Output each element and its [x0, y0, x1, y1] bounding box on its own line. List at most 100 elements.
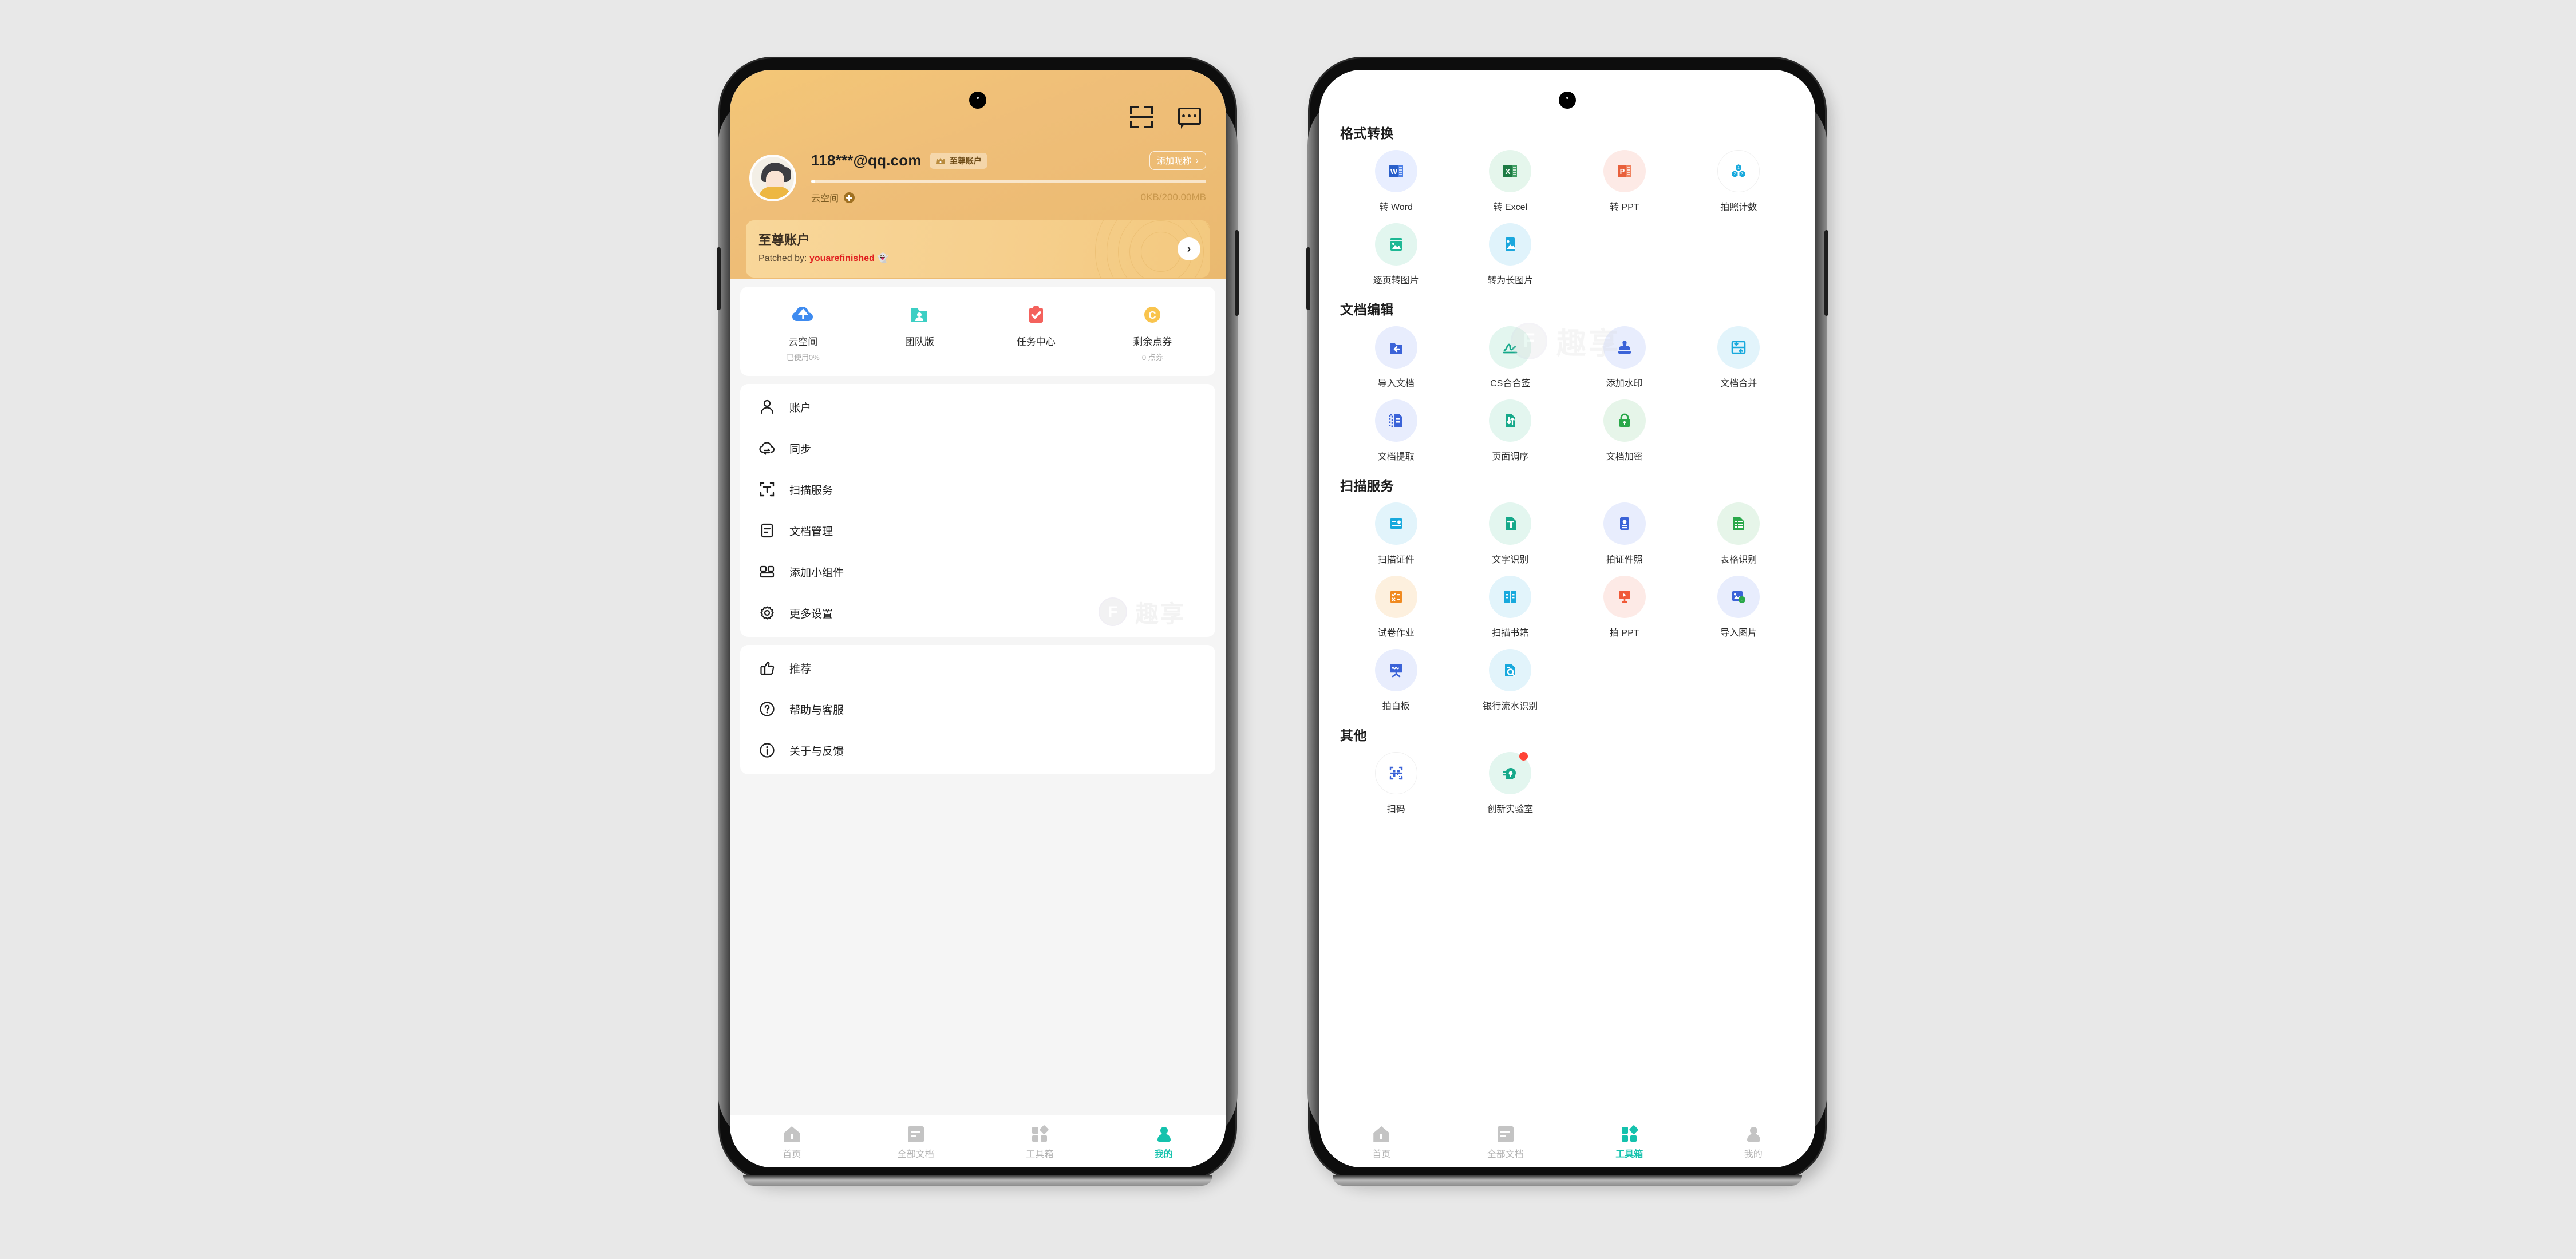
tab-label: 首页 [783, 1150, 801, 1159]
lab-head-icon [1489, 752, 1532, 794]
tool-scan-id[interactable]: 扫描证件 [1339, 502, 1453, 565]
settings-menu-list: 账户 同步 扫描服务 文档管理 添加小组件 更多设置 F 趣享 [740, 384, 1215, 637]
tool-scan-book[interactable]: 扫描书籍 [1453, 576, 1568, 639]
tool-label: 添加水印 [1606, 379, 1643, 389]
tool-label: 拍白板 [1382, 702, 1410, 711]
scan-book-icon [1489, 576, 1532, 618]
tool-add-watermark[interactable]: 添加水印 [1567, 326, 1682, 389]
tool-reorder-pages[interactable]: 页面调序 [1453, 399, 1568, 462]
tool-qr-scan[interactable]: 扫码 [1339, 752, 1453, 815]
vip-promo-card[interactable]: 至尊账户 Patched by: youarefinished 👻 › [746, 220, 1210, 278]
tool-bank-statement[interactable]: 银行流水识别 [1453, 649, 1568, 712]
menu-item-scan-service[interactable]: 扫描服务 [740, 469, 1215, 510]
toolbox-icon [1032, 1125, 1049, 1142]
tab-profile[interactable]: 我的 [1692, 1119, 1816, 1167]
promo-arrow-button[interactable]: › [1178, 237, 1200, 260]
menu-item-help[interactable]: 帮助与客服 [740, 688, 1215, 730]
storage-progress-bar [811, 180, 1206, 183]
volume-button[interactable] [717, 247, 721, 310]
avatar[interactable] [749, 155, 796, 201]
tool-innovation-lab[interactable]: 创新实验室 [1453, 752, 1568, 815]
extract-doc-icon [1374, 399, 1417, 442]
add-nickname-button[interactable]: 添加昵称 › [1149, 151, 1206, 170]
documents-icon [1497, 1126, 1514, 1142]
power-button[interactable] [1235, 230, 1239, 316]
scan-id-icon [1374, 502, 1417, 545]
tool-id-photo[interactable]: 拍证件照 [1567, 502, 1682, 565]
tool-merge-doc[interactable]: 文档合并 [1682, 326, 1796, 389]
screenshot-stage: 118***@qq.com 至尊账户 添加昵称 › 云空间 0KB/200.00… [0, 0, 2576, 1259]
quick-action-label: 云空间 [788, 336, 818, 347]
tool-extract-doc[interactable]: 文档提取 [1339, 399, 1453, 462]
task-check-icon [1023, 302, 1049, 328]
watermark-badge: F [1099, 597, 1127, 626]
tool-encrypt-doc[interactable]: 文档加密 [1567, 399, 1682, 462]
tab-toolbox[interactable]: 工具箱 [1567, 1119, 1692, 1167]
section-title-format-conversion: 格式转换 [1340, 126, 1394, 141]
menu-item-document-management[interactable]: 文档管理 [740, 510, 1215, 551]
long-image-icon [1489, 223, 1532, 266]
tool-label: 创新实验室 [1487, 805, 1534, 814]
tool-table-ocr[interactable]: 表格识别 [1682, 502, 1796, 565]
tab-label: 工具箱 [1615, 1150, 1643, 1159]
quick-action-coupons[interactable]: C 剩余点券 0 点券 [1095, 302, 1211, 362]
tab-home[interactable]: 首页 [730, 1119, 854, 1167]
question-circle-icon [757, 699, 777, 719]
tab-home[interactable]: 首页 [1319, 1119, 1444, 1167]
tool-label: 拍 PPT [1609, 628, 1639, 638]
volume-button[interactable] [1306, 247, 1310, 310]
quick-action-tasks[interactable]: 任务中心 [978, 302, 1095, 362]
quick-actions-card: 云空间 已使用0% 团队版 任务中心 C 剩余点券 0 点券 [740, 287, 1215, 376]
exam-paper-icon [1374, 576, 1417, 618]
chevron-right-icon: › [1196, 156, 1199, 165]
word-icon: W [1374, 150, 1417, 192]
scan-icon[interactable] [1128, 104, 1155, 130]
quick-action-label: 剩余点券 [1133, 336, 1172, 347]
tab-all-documents[interactable]: 全部文档 [1444, 1119, 1568, 1167]
storage-line: 云空间 0KB/200.00MB [811, 191, 1206, 204]
tool-shoot-ppt[interactable]: 拍 PPT [1567, 576, 1682, 639]
tool-to-excel[interactable]: X 转 Excel [1453, 150, 1568, 213]
tool-photo-count[interactable]: 12 3 拍照计数 [1682, 150, 1796, 213]
svg-text:X: X [1506, 167, 1511, 176]
bottom-nav-left: 首页 全部文档 工具箱 我的 [730, 1115, 1226, 1167]
tool-page-to-image[interactable]: 逐页转图片 [1339, 223, 1453, 286]
menu-item-add-widget[interactable]: 添加小组件 [740, 551, 1215, 592]
menu-item-more-settings[interactable]: 更多设置 F 趣享 [740, 592, 1215, 634]
signature-icon [1489, 326, 1532, 369]
team-folder-icon [906, 302, 933, 328]
quick-action-cloud[interactable]: 云空间 已使用0% [745, 302, 862, 362]
tool-ocr-text[interactable]: 文字识别 [1453, 502, 1568, 565]
tool-cs-signature[interactable]: CS合合签 [1453, 326, 1568, 389]
tool-long-image[interactable]: 转为长图片 [1453, 223, 1568, 286]
merge-doc-icon [1717, 326, 1760, 369]
tool-import-doc[interactable]: 导入文档 [1339, 326, 1453, 389]
profile-page: 118***@qq.com 至尊账户 添加昵称 › 云空间 0KB/200.00… [730, 70, 1226, 1167]
tab-profile[interactable]: 我的 [1102, 1119, 1226, 1167]
svg-text:P: P [1741, 599, 1744, 603]
svg-text:2: 2 [1734, 172, 1736, 176]
menu-item-recommend[interactable]: 推荐 [740, 647, 1215, 688]
tab-label: 工具箱 [1026, 1150, 1054, 1159]
menu-item-label: 推荐 [789, 663, 812, 675]
tool-whiteboard[interactable]: 拍白板 [1339, 649, 1453, 712]
scan-text-icon [757, 480, 777, 499]
add-storage-icon[interactable] [844, 192, 855, 203]
watermark-text: 趣享 [1135, 601, 1186, 627]
support-menu-card: 推荐 帮助与客服 关于与反馈 [740, 645, 1215, 774]
vip-badge[interactable]: 至尊账户 [929, 152, 987, 169]
menu-item-label: 添加小组件 [789, 567, 844, 579]
power-button[interactable] [1824, 230, 1828, 316]
tool-to-word[interactable]: W 转 Word [1339, 150, 1453, 213]
tool-to-ppt[interactable]: P 转 PPT [1567, 150, 1682, 213]
message-icon[interactable] [1176, 104, 1203, 130]
tab-all-documents[interactable]: 全部文档 [854, 1119, 978, 1167]
menu-item-account[interactable]: 账户 [740, 386, 1215, 427]
tool-import-image[interactable]: P 导入图片 [1682, 576, 1796, 639]
profile-icon [1745, 1126, 1761, 1142]
menu-item-about[interactable]: 关于与反馈 [740, 730, 1215, 771]
tool-exam-paper[interactable]: 试卷作业 [1339, 576, 1453, 639]
quick-action-team[interactable]: 团队版 [862, 302, 978, 362]
tab-toolbox[interactable]: 工具箱 [978, 1119, 1102, 1167]
menu-item-sync[interactable]: 同步 [740, 427, 1215, 469]
